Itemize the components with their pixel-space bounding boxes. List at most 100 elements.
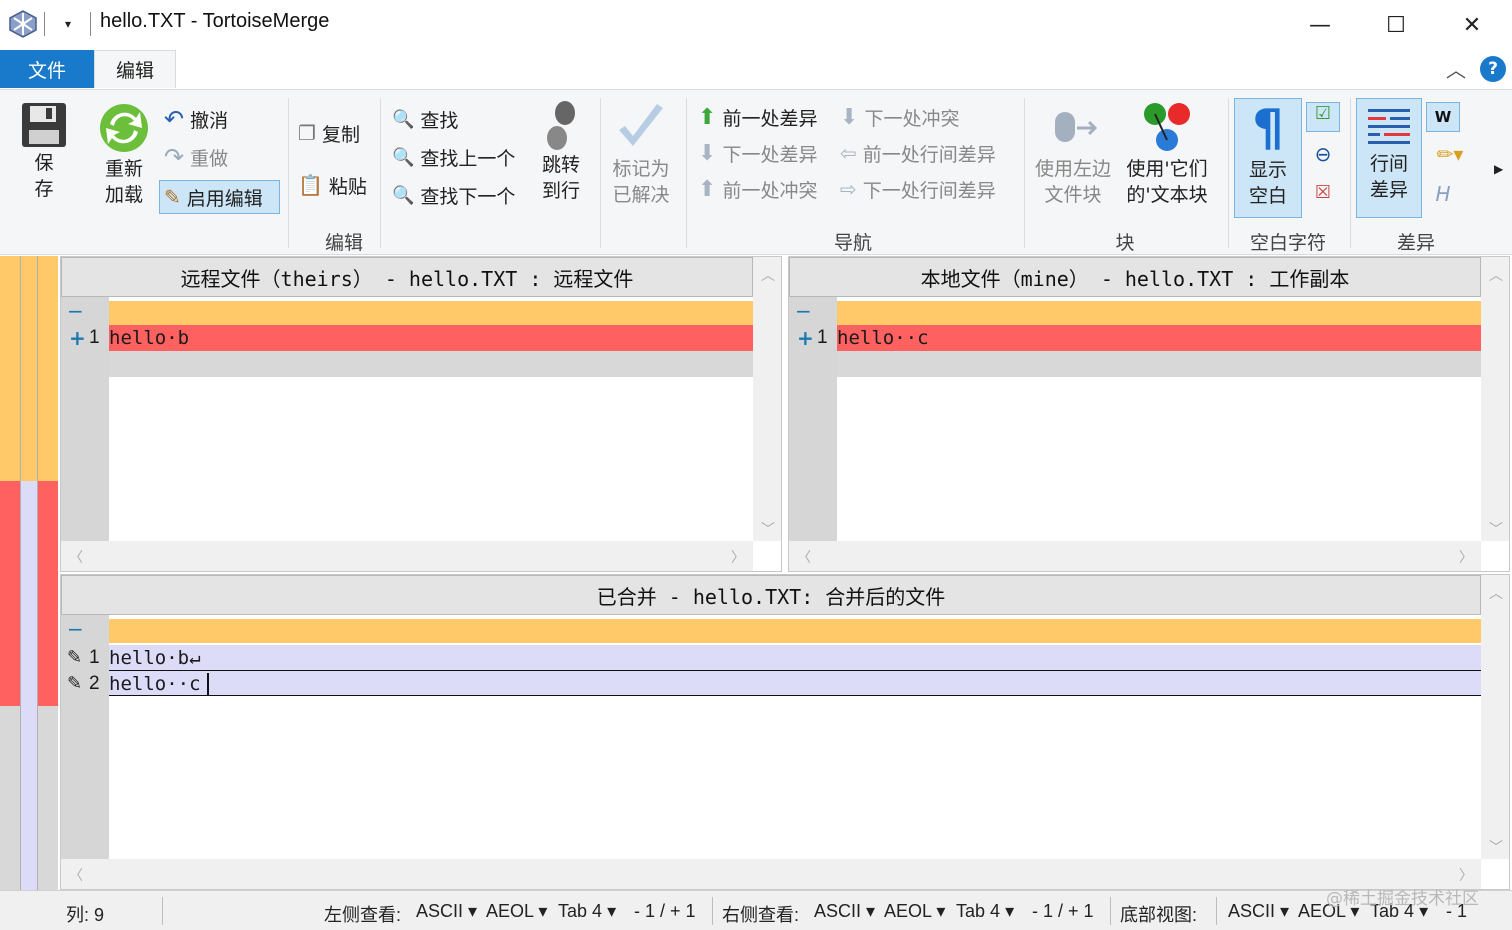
- collapse-ribbon-icon[interactable]: ︿: [1442, 56, 1470, 84]
- status-separator: [712, 897, 713, 925]
- use-their-label-1: 使用'它们: [1126, 158, 1208, 180]
- find-label: 查找: [420, 109, 459, 132]
- quick-access-separator: [90, 12, 91, 36]
- right-removed-line: [837, 325, 1481, 351]
- bottom-vertical-scrollbar[interactable]: ︿ ﹀: [1481, 575, 1509, 859]
- bottom-horizontal-scrollbar[interactable]: 〈 〉: [61, 859, 1481, 889]
- inline-diff-button[interactable]: 行间 差异: [1356, 98, 1422, 218]
- bottom-pane-header: 已合并 - hello.TXT: 合并后的文件: [61, 575, 1481, 615]
- status-bar: 列: 9 左侧查看: ASCII ▾ AEOL ▾ Tab 4 ▾ - 1 / …: [0, 890, 1512, 930]
- left-empty-line: [109, 301, 753, 325]
- use-left-block-button[interactable]: 使用左边 文件块: [1030, 100, 1116, 208]
- bottom-line-2-text[interactable]: hello··c: [109, 671, 201, 697]
- group-separator: [288, 98, 289, 248]
- left-horizontal-scrollbar[interactable]: 〈 〉: [61, 541, 753, 571]
- chevron-down-icon: ▾: [1005, 901, 1015, 921]
- bottom-encoding-value: ASCII: [1228, 901, 1276, 921]
- next-conflict-label: 下一处冲突: [864, 107, 960, 130]
- use-left-icon: [1055, 112, 1098, 142]
- ribbon-scroll-right-icon[interactable]: ▶: [1494, 162, 1503, 176]
- group-separator: [1350, 98, 1351, 248]
- case-diff-toggle[interactable]: H: [1426, 182, 1460, 212]
- status-separator: [1216, 897, 1217, 925]
- enable-edit-button[interactable]: ✎ 启用编辑: [159, 180, 280, 214]
- whitespace-ignore-changes-toggle[interactable]: ⊖: [1306, 142, 1340, 172]
- paste-button[interactable]: 📋 粘贴: [298, 170, 367, 200]
- bottom-line-2-bg: [109, 670, 1481, 696]
- highlight-dropdown[interactable]: ✏▾: [1426, 142, 1474, 172]
- inline-diff-label-1: 行间: [1369, 153, 1408, 175]
- tortoise-app-icon[interactable]: [8, 10, 38, 38]
- prev-diff-label: 前一处差异: [722, 107, 818, 130]
- whitespace-ignore-none-toggle[interactable]: ☑: [1306, 102, 1340, 132]
- close-button[interactable]: ✕: [1434, 0, 1510, 50]
- bottom-line-1-text[interactable]: hello·b↵: [109, 645, 201, 671]
- right-line-1-text[interactable]: hello··c: [837, 325, 929, 351]
- redo-button[interactable]: ↷ 重做: [164, 142, 228, 172]
- search-icon: 🔍: [392, 108, 415, 130]
- chevron-down-icon: ▾: [607, 901, 617, 921]
- use-their-block-button[interactable]: 使用'它们 的'文本块: [1116, 100, 1218, 208]
- bottom-encoding-dropdown[interactable]: ASCII ▾: [1228, 901, 1289, 922]
- bottom-pane-merged[interactable]: 已合并 - hello.TXT: 合并后的文件 − ✎ 1 hello·b↵ ✎…: [60, 574, 1510, 890]
- group-separator: [1228, 98, 1229, 248]
- whitespace-ignore-all-toggle[interactable]: ☒: [1306, 182, 1340, 212]
- tab-edit[interactable]: 编辑: [94, 50, 176, 88]
- right-horizontal-scrollbar[interactable]: 〈 〉: [789, 541, 1481, 571]
- left-eol-dropdown[interactable]: AEOL ▾: [486, 901, 547, 922]
- find-prev-button[interactable]: 🔍 查找上一个: [392, 142, 515, 172]
- right-change-counts: - 1 / + 1: [1032, 901, 1094, 921]
- maximize-button[interactable]: ☐: [1358, 0, 1434, 50]
- ribbon-panel: 保 存 重新 加载 ↶ 撤消 ↷ 重做 ✎ 启用编辑 ❐ 复制 📋 粘贴 🔍 查…: [0, 89, 1512, 255]
- copy-button[interactable]: ❐ 复制: [298, 118, 360, 148]
- tab-file[interactable]: 文件: [0, 50, 94, 88]
- next-conflict-button[interactable]: ⬇ 下一处冲突: [840, 102, 959, 132]
- right-tab-dropdown[interactable]: Tab 4 ▾: [956, 901, 1014, 922]
- bottom-empty-line: [109, 619, 1481, 643]
- prev-conflict-button[interactable]: ⬆ 前一处冲突: [698, 174, 817, 204]
- left-removed-line: [109, 325, 753, 351]
- goto-line-button[interactable]: 跳转 到行: [532, 100, 590, 204]
- word-diff-toggle[interactable]: W: [1426, 102, 1460, 132]
- save-label-1: 保: [34, 152, 54, 174]
- group-separator: [686, 98, 687, 248]
- left-collapse-marker-icon: −: [67, 299, 84, 323]
- find-button[interactable]: 🔍 查找: [392, 104, 458, 134]
- right-eol-dropdown[interactable]: AEOL ▾: [884, 901, 945, 922]
- diff-locator-bar[interactable]: [0, 256, 58, 890]
- mark-resolved-label-2: 已解决: [612, 184, 670, 206]
- show-whitespace-button[interactable]: ¶ 显示 空白: [1234, 98, 1302, 218]
- left-encoding-dropdown[interactable]: ASCII ▾: [416, 901, 477, 922]
- next-inline-diff-button[interactable]: ⇨ 下一处行间差异: [840, 174, 996, 204]
- save-button[interactable]: 保 存: [14, 100, 74, 202]
- right-vertical-scrollbar[interactable]: ︿ ﹀: [1481, 257, 1509, 541]
- left-vertical-scrollbar[interactable]: ︿ ﹀: [753, 257, 781, 541]
- right-pane-mine[interactable]: 本地文件（mine） - hello.TXT : 工作副本 − + 1 hell…: [788, 256, 1510, 572]
- next-diff-button[interactable]: ⬇ 下一处差异: [698, 138, 817, 168]
- reload-button[interactable]: 重新 加载: [92, 100, 156, 208]
- redo-label: 重做: [190, 147, 229, 170]
- right-encoding-dropdown[interactable]: ASCII ▾: [814, 901, 875, 922]
- undo-button[interactable]: ↶ 撤消: [164, 104, 228, 134]
- left-pane-theirs[interactable]: 远程文件（theirs） - hello.TXT : 远程文件 − + 1 he…: [60, 256, 782, 572]
- left-line-1-text[interactable]: hello·b: [109, 325, 189, 351]
- status-separator: [1110, 897, 1111, 925]
- help-icon[interactable]: ?: [1480, 56, 1506, 82]
- quick-access-dropdown-icon[interactable]: ▾: [58, 14, 78, 34]
- prev-diff-button[interactable]: ⬆ 前一处差异: [698, 102, 817, 132]
- prev-inline-diff-button[interactable]: ⇦ 前一处行间差异: [840, 138, 996, 168]
- left-line-1-number: 1: [89, 327, 100, 348]
- bottom-line-2-number: 2: [89, 673, 100, 694]
- title-bar: ▾ hello.TXT - TortoiseMerge — ☐ ✕: [0, 0, 1512, 50]
- left-tab-dropdown[interactable]: Tab 4 ▾: [558, 901, 616, 922]
- mark-resolved-button[interactable]: 标记为 已解决: [604, 100, 678, 208]
- arrow-down-icon: ⬇: [698, 140, 717, 166]
- use-left-label-2: 文件块: [1044, 184, 1102, 206]
- find-next-button[interactable]: 🔍 查找下一个: [392, 180, 515, 210]
- edit-pencil-icon: ✎: [164, 185, 181, 209]
- word-w-icon: W: [1434, 108, 1452, 126]
- minimize-button[interactable]: —: [1282, 0, 1358, 50]
- chevron-down-icon: ▾: [468, 901, 478, 921]
- chevron-down-icon: ▾: [538, 901, 548, 921]
- right-line-1-number: 1: [817, 327, 828, 348]
